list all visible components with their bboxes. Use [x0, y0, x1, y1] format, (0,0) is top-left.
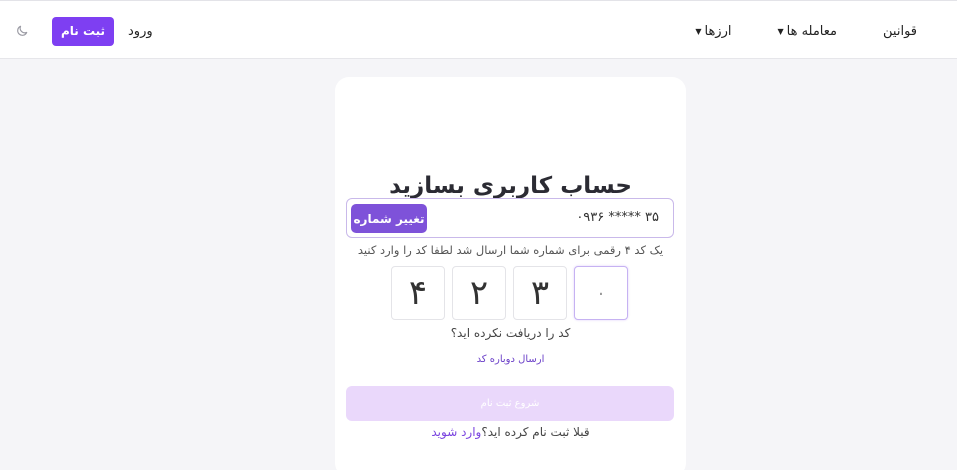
caret-down-icon: ▼	[777, 26, 784, 36]
phone-number-box: تغییر شماره ۰۹۳۶ ***** ۳۵	[346, 198, 674, 238]
otp-digit-4[interactable]: ۴	[391, 266, 445, 320]
login-inline-link[interactable]: وارد شوید	[431, 425, 481, 439]
start-signup-button[interactable]: شروع ثبت نام	[346, 386, 674, 421]
page-title: حساب کاربری بسازید	[389, 173, 632, 199]
already-registered-text: قبلا ثبت نام کرده اید؟	[481, 425, 590, 439]
code-not-received-text: کد را دریافت نکرده اید؟	[450, 326, 571, 340]
otp-digit-3[interactable]: ۲	[452, 266, 506, 320]
otp-instruction: یک کد ۴ رقمی برای شماره شما ارسال شد لطف…	[357, 243, 664, 257]
signup-card: حساب کاربری بسازید تغییر شماره ۰۹۳۶ ****…	[335, 77, 686, 470]
otp-digit-1[interactable]: ۰	[574, 266, 628, 320]
moon-icon[interactable]	[12, 21, 32, 41]
already-registered: قبلا ثبت نام کرده اید؟وارد شوید	[335, 425, 686, 439]
menu-item-currencies[interactable]: ارزها ▼	[695, 24, 731, 39]
caret-down-icon: ▼	[695, 26, 702, 36]
otp-digit-2[interactable]: ۳	[513, 266, 567, 320]
menu-item-label: ارزها	[704, 23, 732, 39]
login-link[interactable]: ورود	[128, 24, 153, 39]
menu-item-trades[interactable]: معامله ها ▼	[777, 24, 837, 39]
resend-code-link[interactable]: ارسال دوباره کد	[335, 354, 686, 365]
otp-inputs: ۴ ۲ ۳ ۰	[391, 266, 631, 320]
menu-item-rules[interactable]: قوانین	[883, 24, 917, 39]
masked-phone-number: ۰۹۳۶ ***** ۳۵	[576, 210, 659, 225]
menu-item-label: معامله ها	[786, 23, 838, 39]
change-number-button[interactable]: تغییر شماره	[351, 204, 427, 233]
top-navbar: ثبت نام ورود ارزها ▼ معامله ها ▼ قوانین	[0, 0, 957, 59]
main-menu: ارزها ▼ معامله ها ▼ قوانین	[695, 17, 917, 45]
nav-left-group: ثبت نام ورود	[12, 16, 153, 46]
menu-item-label: قوانین	[883, 23, 917, 39]
signup-button[interactable]: ثبت نام	[52, 16, 114, 46]
